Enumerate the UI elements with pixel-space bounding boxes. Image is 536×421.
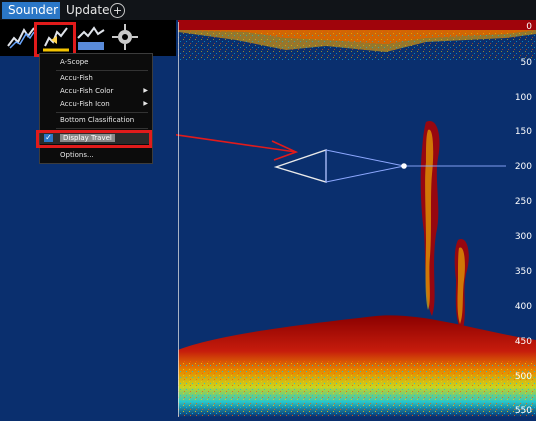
cursor-line <box>178 22 179 417</box>
menu-item-accu-fish[interactable]: Accu-Fish <box>40 72 152 84</box>
submenu-arrow-icon: ▶ <box>143 87 148 94</box>
menu-item-bottom-classification[interactable]: Bottom Classification <box>40 114 152 126</box>
menu-item-ascope[interactable]: A-Scope <box>40 56 152 68</box>
menu-item-label: Accu-Fish Color <box>60 87 114 95</box>
tab-update[interactable]: Update <box>60 2 116 19</box>
toolbar-highlight-box <box>34 22 76 57</box>
ascope-icon[interactable] <box>4 20 38 54</box>
menu-item-options[interactable]: Options... <box>40 149 152 161</box>
menu-item-label: Bottom Classification <box>60 116 135 124</box>
tab-sounder[interactable]: Sounder <box>2 2 60 19</box>
depth-label: 0 <box>526 22 532 32</box>
depth-label: 550 <box>514 406 532 416</box>
depth-label: 50 <box>520 58 532 68</box>
menu-separator <box>56 112 148 113</box>
depth-label: 350 <box>514 267 532 277</box>
depth-label: 450 <box>514 337 532 347</box>
menu-highlight-box <box>36 130 152 148</box>
menu-separator <box>56 70 148 71</box>
chart-icon[interactable] <box>74 20 108 54</box>
menu-item-label: A-Scope <box>60 58 89 66</box>
toolbar <box>0 20 176 56</box>
sonar-display[interactable] <box>155 20 536 417</box>
depth-label: 250 <box>514 197 532 207</box>
depth-label: 500 <box>514 372 532 382</box>
menu-item-label: Accu-Fish <box>60 74 93 82</box>
depth-label: 200 <box>514 162 532 172</box>
depth-label: 150 <box>514 127 532 137</box>
menu-item-accu-fish-color[interactable]: Accu-Fish Color ▶ <box>40 85 152 97</box>
depth-scale: 0 50 100 150 200 250 300 350 400 450 500… <box>508 20 536 417</box>
submenu-arrow-icon: ▶ <box>143 100 148 107</box>
depth-label: 300 <box>514 232 532 242</box>
menu-item-label: Options... <box>60 151 94 159</box>
tab-bar: Sounder Update + <box>0 0 536 21</box>
depth-label: 100 <box>514 93 532 103</box>
menu-item-label: Accu-Fish Icon <box>60 100 110 108</box>
depth-label: 400 <box>514 302 532 312</box>
settings-gear-icon[interactable] <box>108 20 142 54</box>
menu-separator <box>56 128 148 129</box>
add-tab-icon[interactable]: + <box>110 3 125 18</box>
menu-item-accu-fish-icon[interactable]: Accu-Fish Icon ▶ <box>40 98 152 110</box>
